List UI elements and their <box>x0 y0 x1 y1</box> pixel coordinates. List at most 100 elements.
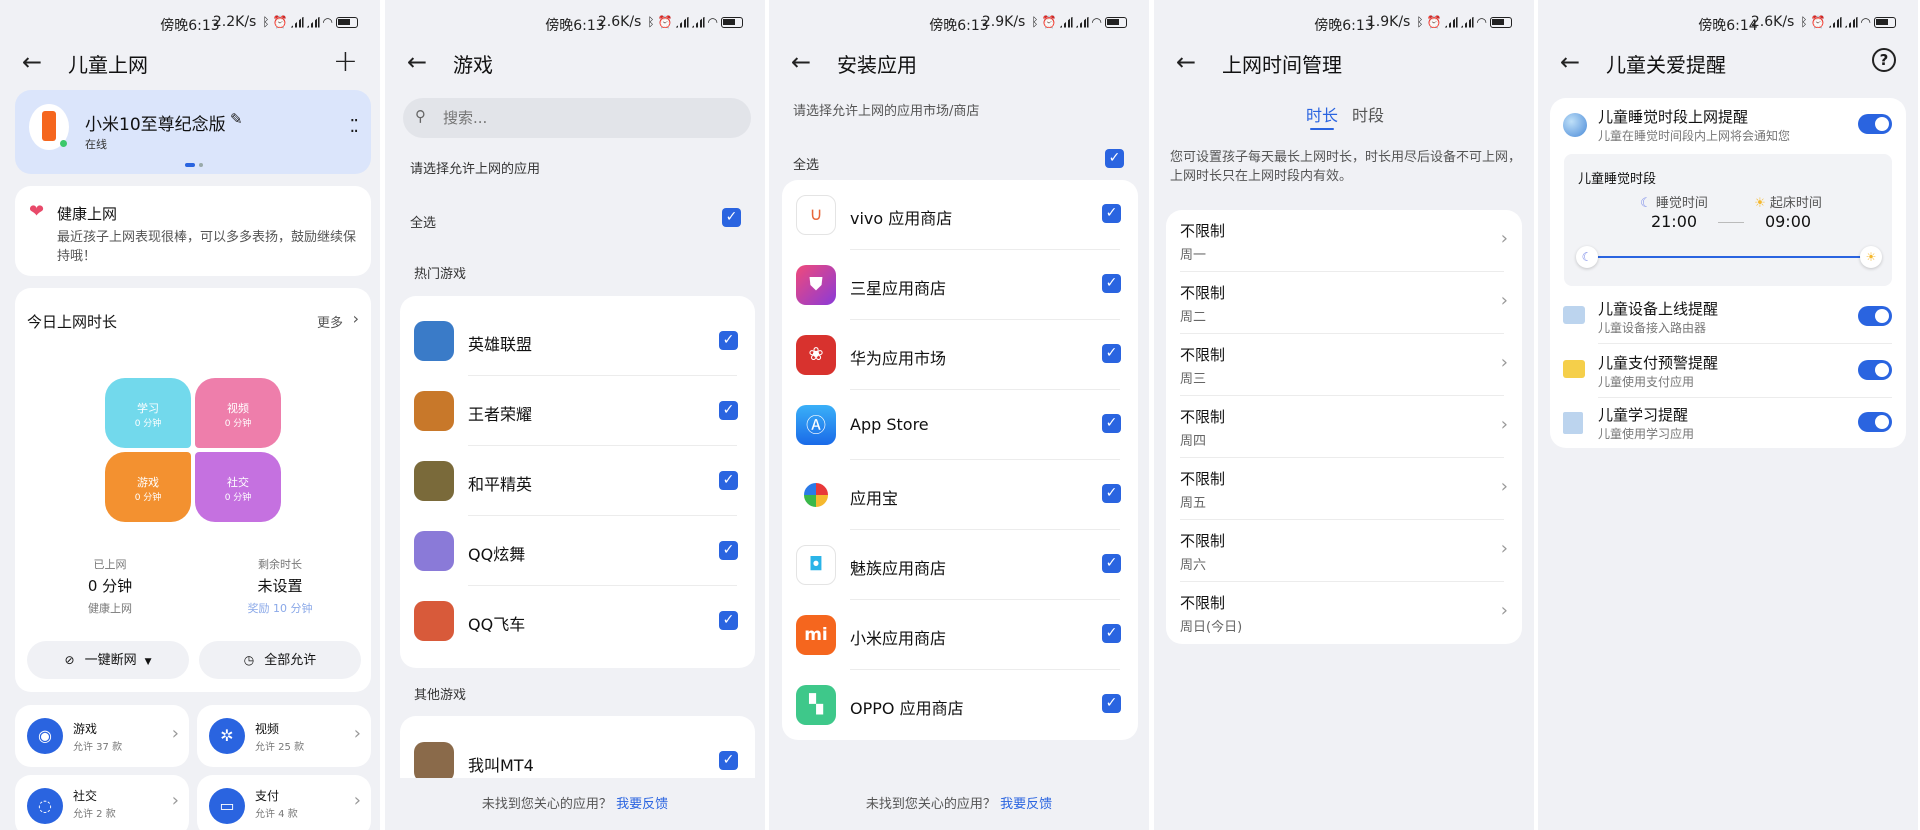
app-name: 应用宝 <box>850 489 899 508</box>
huawei-store-icon: ❀ <box>796 335 836 375</box>
chevron-right-icon: › <box>1500 228 1508 249</box>
list-item[interactable]: 不限制 周六 › <box>1166 520 1522 582</box>
status-bar: 傍晚6:13 2.6K/s ᛒ ⏰ ◠ <box>385 12 765 36</box>
app-checkbox[interactable]: ✓ <box>719 541 738 560</box>
list-item[interactable]: ⛊ 三星应用商店 ✓ <box>782 250 1138 320</box>
back-arrow-icon[interactable]: ← <box>791 48 811 76</box>
study-reminder-toggle[interactable] <box>1858 412 1892 432</box>
tab-period[interactable]: 时段 <box>1352 102 1384 126</box>
category-video[interactable]: ✲ 视频 允许 25 款 › <box>197 705 371 767</box>
film-icon: ✲ <box>209 718 245 754</box>
app-checkbox[interactable]: ✓ <box>1102 204 1121 223</box>
feedback-footer: 未找到您关心的应用？ 我要反馈 <box>385 784 765 830</box>
device-name: 小米10至尊纪念版 <box>85 115 226 135</box>
back-arrow-icon[interactable]: ← <box>1176 48 1196 76</box>
tile-video[interactable]: 视频 0 分钟 <box>195 378 281 448</box>
list-item[interactable]: 英雄联盟 ✓ <box>400 306 755 376</box>
tab-duration[interactable]: 时长 <box>1306 102 1338 126</box>
screen-time-management: 傍晚6:13 1.9K/s ᛒ ⏰ ◠ ← 上网时间管理 时长 时段 您可设置孩子每天… <box>1154 0 1534 830</box>
alarm-icon: ⏰ <box>1810 15 1826 29</box>
list-item[interactable]: 不限制 周五 › <box>1166 458 1522 520</box>
list-item[interactable]: 我叫MT4 ✓ <box>400 716 755 778</box>
list-item[interactable]: 不限制 周三 › <box>1166 334 1522 396</box>
app-checkbox[interactable]: ✓ <box>1102 414 1121 433</box>
sleep-reminder-toggle[interactable] <box>1858 114 1892 134</box>
feedback-link[interactable]: 我要反馈 <box>1000 797 1052 812</box>
list-item[interactable]: 不限制 周二 › <box>1166 272 1522 334</box>
remain-label: 剩余时长 <box>258 558 302 571</box>
select-all-checkbox[interactable]: ✓ <box>722 208 741 227</box>
category-social[interactable]: ◌ 社交 允许 2 款 › <box>15 775 189 830</box>
reward-link[interactable]: 奖励 10 分钟 <box>215 600 345 616</box>
app-checkbox[interactable]: ✓ <box>719 611 738 630</box>
back-arrow-icon[interactable]: ← <box>22 48 42 76</box>
select-all-label: 全选 <box>793 158 820 173</box>
back-arrow-icon[interactable]: ← <box>407 48 427 76</box>
bluetooth-icon: ᛒ <box>1416 15 1424 29</box>
list-item[interactable]: ▚ OPPO 应用商店 ✓ <box>782 670 1138 740</box>
book-icon <box>1563 412 1583 434</box>
slider-end-handle[interactable]: ☀ <box>1860 246 1882 268</box>
app-name: 我叫MT4 <box>468 756 534 775</box>
dropdown-icon: ▼ <box>144 657 152 667</box>
signal-icon-2 <box>1075 16 1089 28</box>
clock-icon: ◷ <box>243 653 255 667</box>
header: ← 儿童关爱提醒 ? <box>1538 46 1918 80</box>
app-checkbox[interactable]: ✓ <box>1102 554 1121 573</box>
edit-icon[interactable]: ✎ <box>230 110 243 128</box>
app-checkbox[interactable]: ✓ <box>1102 694 1121 713</box>
list-item[interactable]: 和平精英 ✓ <box>400 446 755 516</box>
more-dots-icon[interactable]: ⁚⁚ <box>350 116 360 137</box>
list-item[interactable]: 不限制 周四 › <box>1166 396 1522 458</box>
back-arrow-icon[interactable]: ← <box>1560 48 1580 76</box>
app-checkbox[interactable]: ✓ <box>1102 484 1121 503</box>
list-item[interactable]: ❀ 华为应用市场 ✓ <box>782 320 1138 390</box>
device-icon <box>1563 306 1585 324</box>
app-checkbox[interactable]: ✓ <box>719 471 738 490</box>
tile-social[interactable]: 社交 0 分钟 <box>195 452 281 522</box>
more-link[interactable]: 更多 <box>317 312 343 331</box>
list-item[interactable]: 不限制 周日(今日) › <box>1166 582 1522 644</box>
feedback-link[interactable]: 我要反馈 <box>616 797 668 812</box>
time-range-slider[interactable] <box>1590 256 1868 258</box>
help-icon[interactable]: ? <box>1872 48 1896 72</box>
list-item[interactable]: ∪ vivo 应用商店 ✓ <box>782 180 1138 250</box>
category-name: 游戏 <box>73 722 98 736</box>
app-checkbox[interactable]: ✓ <box>719 401 738 420</box>
slider-start-handle[interactable]: ☾ <box>1576 246 1598 268</box>
list-item[interactable]: QQ炫舞 ✓ <box>400 516 755 586</box>
list-item[interactable]: ◘ 魅族应用商店 ✓ <box>782 530 1138 600</box>
select-all-checkbox[interactable]: ✓ <box>1105 149 1124 168</box>
page-title: 儿童上网 <box>68 53 148 77</box>
category-games[interactable]: ◉ 游戏 允许 37 款 › <box>15 705 189 767</box>
disconnect-button[interactable]: ⊘ 一键断网 ▼ <box>27 641 189 679</box>
allow-all-button[interactable]: ◷ 全部允许 <box>199 641 361 679</box>
list-item[interactable]: mi 小米应用商店 ✓ <box>782 600 1138 670</box>
page-indicator-dot <box>199 163 203 167</box>
app-checkbox[interactable]: ✓ <box>719 751 738 770</box>
device-online-toggle[interactable] <box>1858 306 1892 326</box>
app-checkbox[interactable]: ✓ <box>719 331 738 350</box>
time-desc: 您可设置孩子每天最长上网时长，时长用尽后设备不可上网，上网时长只在上网时段内有效… <box>1170 150 1522 184</box>
list-item[interactable]: 应用宝 ✓ <box>782 460 1138 530</box>
select-prompt: 请选择允许上网的应用 <box>410 162 541 177</box>
category-payment[interactable]: ▭ 支付 允许 4 款 › <box>197 775 371 830</box>
list-item[interactable]: QQ飞车 ✓ <box>400 586 755 656</box>
limit-value: 不限制 <box>1180 532 1226 550</box>
wifi-icon: ◠ <box>1476 15 1487 29</box>
device-card[interactable]: 小米10至尊纪念版 ✎ 在线 ⁚⁚ <box>15 90 371 174</box>
add-icon[interactable]: + <box>333 44 358 79</box>
search-bar[interactable]: ⚲ <box>403 98 751 138</box>
category-sub: 允许 2 款 <box>73 809 116 820</box>
chevron-right-icon[interactable]: › <box>353 309 359 328</box>
tile-study[interactable]: 学习 0 分钟 <box>105 378 191 448</box>
app-checkbox[interactable]: ✓ <box>1102 344 1121 363</box>
list-item[interactable]: 王者荣耀 ✓ <box>400 376 755 446</box>
list-item[interactable]: Ⓐ App Store ✓ <box>782 390 1138 460</box>
search-input[interactable] <box>443 106 733 130</box>
payment-alert-toggle[interactable] <box>1858 360 1892 380</box>
tile-games[interactable]: 游戏 0 分钟 <box>105 452 191 522</box>
app-checkbox[interactable]: ✓ <box>1102 624 1121 643</box>
app-checkbox[interactable]: ✓ <box>1102 274 1121 293</box>
list-item[interactable]: 不限制 周一 › <box>1166 210 1522 272</box>
